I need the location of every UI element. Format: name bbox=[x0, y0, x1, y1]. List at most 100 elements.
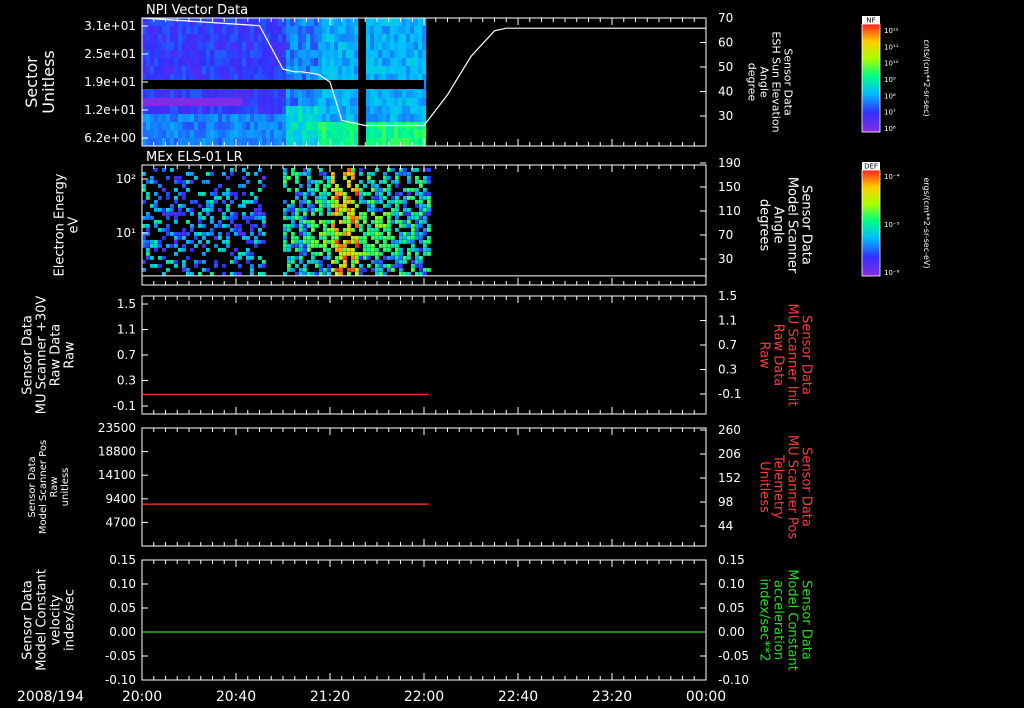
right-axis-label-line: MU Scanner Pos bbox=[785, 435, 800, 540]
colorbar-tag: NF bbox=[866, 17, 875, 25]
els-spectrogram bbox=[142, 168, 431, 276]
right-tick-label: 0.10 bbox=[718, 577, 745, 591]
time-tick-label: 00:00 bbox=[686, 689, 726, 705]
left-axis-label-line: Model Constant bbox=[34, 569, 49, 671]
right-tick-label: 206 bbox=[718, 447, 741, 461]
colorbar bbox=[861, 169, 881, 277]
right-axis-label-line: Sensor Data bbox=[799, 185, 814, 265]
right-tick-label: -0.10 bbox=[718, 673, 749, 687]
colorbar-tick-label: 10⁶ bbox=[884, 125, 896, 133]
right-axis-label-line: Raw Data bbox=[771, 324, 786, 387]
left-axis-label-line: Sensor Data bbox=[20, 315, 35, 395]
left-tick-label: 3.1e+01 bbox=[84, 19, 136, 33]
left-tick-label: 0.3 bbox=[117, 374, 136, 388]
colorbar-tick-label: 10¹² bbox=[884, 27, 899, 35]
right-axis-label: Sensor DataModel Constantaccelerationind… bbox=[757, 569, 814, 671]
right-tick-label: 30 bbox=[718, 252, 733, 266]
right-axis-label-line: Angle bbox=[771, 207, 786, 244]
colorbar-tick-label: 10⁻⁴ bbox=[884, 173, 900, 181]
right-tick-label: 60 bbox=[718, 36, 733, 50]
right-tick-label: 98 bbox=[718, 495, 733, 509]
left-tick-label: 6.2e+00 bbox=[84, 131, 136, 145]
time-tick-label: 20:40 bbox=[216, 689, 256, 705]
right-tick-label: 0.00 bbox=[718, 625, 745, 639]
colorbar-tick-label: 10⁻⁶ bbox=[884, 269, 900, 277]
left-axis-label-line: velocity bbox=[48, 594, 63, 645]
left-axis-label-line: Electron Energy bbox=[52, 173, 67, 276]
left-axis-label: Sensor Data MU Scanner +30VRaw Data Raw bbox=[20, 296, 77, 415]
right-axis-label: Sensor DataModel ScannerAngledegrees bbox=[757, 177, 814, 274]
right-tick-label: 30 bbox=[718, 109, 733, 123]
colorbar-tick-label: 10⁷ bbox=[884, 109, 896, 117]
time-tick-label: 22:40 bbox=[498, 689, 538, 705]
right-tick-label: 110 bbox=[718, 204, 741, 218]
left-tick-label: 0.00 bbox=[109, 625, 136, 639]
left-axis-label-line: eV bbox=[66, 216, 81, 233]
npi-spectrogram bbox=[142, 18, 427, 146]
right-tick-label: 70 bbox=[718, 11, 733, 25]
right-axis-label-line: degrees bbox=[757, 199, 772, 252]
panel-title: NPI Vector Data bbox=[146, 3, 248, 18]
right-axis-label-line: Sensor Data bbox=[799, 580, 814, 660]
date-label: 2008/194 bbox=[17, 689, 84, 705]
right-axis-label-line: Unitless bbox=[757, 461, 772, 513]
right-tick-label: 0.3 bbox=[718, 363, 737, 377]
left-tick-label: 2.5e+01 bbox=[84, 47, 136, 61]
colorbar-tick-label: 10¹⁰ bbox=[884, 60, 899, 68]
left-axis-label-line: Raw bbox=[62, 341, 77, 369]
right-axis-label-line: degree bbox=[745, 63, 758, 102]
colorbar-tick-label: 10⁻⁵ bbox=[884, 221, 900, 229]
left-tick-label: -0.05 bbox=[105, 649, 136, 663]
colorbar-tick-label: 10⁸ bbox=[884, 92, 896, 100]
right-tick-label: 0.7 bbox=[718, 338, 737, 352]
left-axis-label-line: MU Scanner +30V bbox=[34, 296, 49, 415]
right-tick-label: 70 bbox=[718, 228, 733, 242]
right-axis-label-line: Sensor Data bbox=[799, 315, 814, 395]
panel-frame-4 bbox=[141, 427, 707, 547]
right-axis-label: Sensor DataMU Scanner InitRaw DataRaw bbox=[757, 304, 814, 407]
colorbar bbox=[861, 23, 881, 133]
colorbar-tag: DEF bbox=[864, 163, 878, 171]
left-axis-label: Electron Energy eV bbox=[52, 173, 81, 276]
plot-window: NPI Vector Data 3.1e+01 2.5e+01 1.9e+01 1.2e… bbox=[0, 0, 1024, 708]
left-tick-label: 1.9e+01 bbox=[84, 75, 136, 89]
colorbar-unit-text: cnts/(cm**2-sr-sec) bbox=[922, 39, 931, 116]
right-axis-label-line: Model Constant bbox=[785, 569, 800, 671]
stacked-time-series-chart: NPI Vector Data 3.1e+01 2.5e+01 1.9e+01 1.2e… bbox=[17, 3, 931, 705]
right-axis-label-line: acceleration bbox=[771, 580, 786, 660]
right-tick-label: 152 bbox=[718, 471, 741, 485]
right-axis-label-line: index/sec**2 bbox=[757, 578, 772, 661]
right-axis-label-line: Telemetry bbox=[771, 454, 786, 519]
left-tick-label: 10² bbox=[116, 172, 136, 186]
right-tick-label: 50 bbox=[718, 60, 733, 74]
right-axis-label: Sensor DataESH Sun ElevationAngledegree bbox=[745, 31, 794, 132]
right-tick-label: 1.1 bbox=[718, 314, 737, 328]
left-tick-label: 9400 bbox=[105, 492, 136, 506]
right-axis-label-line: Sensor Data bbox=[799, 447, 814, 527]
time-tick-label: 20:00 bbox=[122, 689, 162, 705]
left-tick-label: 1.2e+01 bbox=[84, 103, 136, 117]
right-tick-label: 260 bbox=[718, 423, 741, 437]
right-tick-label: 40 bbox=[718, 85, 733, 99]
left-tick-label: -0.1 bbox=[113, 399, 136, 413]
left-tick-label: -0.10 bbox=[105, 673, 136, 687]
right-axis-label-line: Raw bbox=[757, 341, 772, 369]
left-axis-label: Sensor Data Model Constantvelocity index/s… bbox=[20, 569, 77, 671]
colorbar-tick-label: 10¹¹ bbox=[884, 43, 899, 51]
left-axis-label-line: index/sec bbox=[62, 589, 77, 651]
colorbar-tick-label: 10⁹ bbox=[884, 76, 896, 84]
time-tick-label: 22:00 bbox=[404, 689, 444, 705]
left-tick-label: 1.5 bbox=[117, 297, 136, 311]
left-axis-label-line: Unitless bbox=[39, 50, 58, 114]
left-axis-label-line: unitless bbox=[60, 468, 71, 507]
left-tick-label: 0.15 bbox=[109, 553, 136, 567]
right-axis-label-line: Model Scanner bbox=[785, 177, 800, 274]
colorbar-unit-label: ergs/(cm**2-sr-sec-eV) bbox=[922, 177, 931, 268]
right-tick-label: 0.05 bbox=[718, 601, 745, 615]
left-tick-label: 18800 bbox=[98, 445, 136, 459]
right-tick-label: 0.15 bbox=[718, 553, 745, 567]
right-tick-label: 190 bbox=[718, 156, 741, 170]
colorbar-unit-text: ergs/(cm**2-sr-sec-eV) bbox=[922, 177, 931, 268]
left-tick-label: 10¹ bbox=[116, 226, 136, 240]
panel-frame-5 bbox=[141, 559, 707, 681]
